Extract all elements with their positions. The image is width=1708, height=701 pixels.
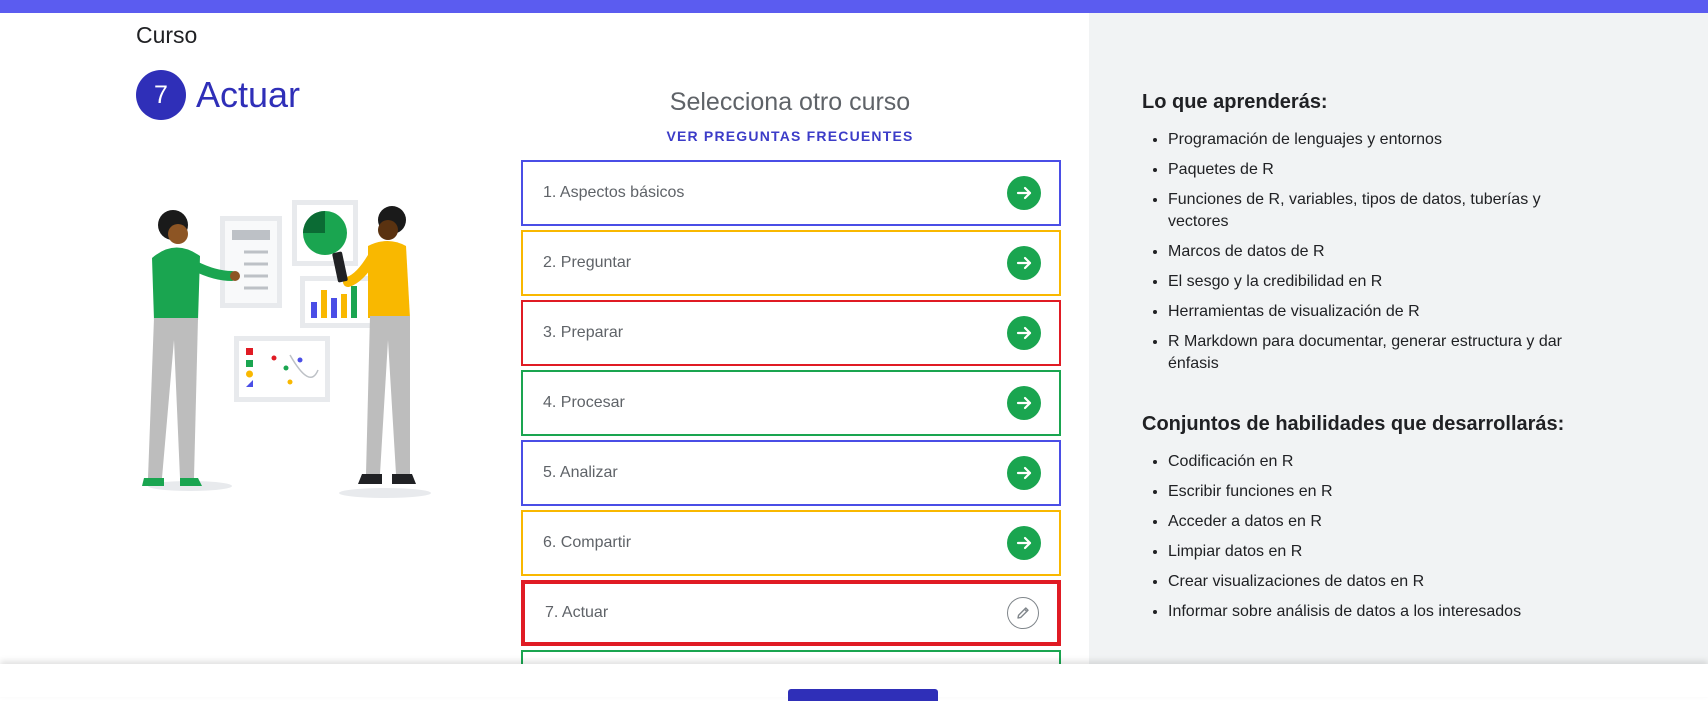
skills-heading: Conjuntos de habilidades que desarrollar… [1142,413,1565,435]
list-item: Acceder a datos en R [1168,511,1588,533]
arrow-right-icon[interactable] [1007,316,1041,350]
faq-link[interactable]: VER PREGUNTAS FRECUENTES [520,128,1060,144]
list-item: R Markdown para documentar, generar estr… [1168,331,1588,375]
course-item[interactable]: 4. Procesar [521,370,1061,436]
course-item[interactable]: 5. Analizar [521,440,1061,506]
course-item-label: 7. Actuar [545,604,609,621]
list-item: Marcos de datos de R [1168,241,1588,263]
course-item[interactable]: 2. Preguntar [521,230,1061,296]
list-item: Paquetes de R [1168,159,1588,181]
course-item-label: 3. Preparar [543,324,624,341]
arrow-right-icon[interactable] [1007,176,1041,210]
list-item: Funciones de R, variables, tipos de dato… [1168,189,1588,233]
top-accent-bar [0,0,1708,13]
course-item[interactable]: 1. Aspectos básicos [521,160,1061,226]
course-item-label: 5. Analizar [543,464,618,481]
course-item[interactable]: 6. Compartir [521,510,1061,576]
list-item: Limpiar datos en R [1168,541,1588,563]
list-item: Escribir funciones en R [1168,481,1588,503]
course-item-label: 2. Preguntar [543,254,632,271]
course-item[interactable]: 3. Preparar [521,300,1061,366]
course-list: 1. Aspectos básicos 2. Preguntar 3. Prepar… [521,160,1061,684]
list-item: El sesgo y la credibilidad en R [1168,271,1588,293]
page-eyebrow: Curso [136,22,198,48]
course-item-label: 1. Aspectos básicos [543,184,685,201]
bottom-primary-button[interactable] [788,689,938,701]
pencil-icon[interactable] [1007,597,1039,629]
course-number-badge: 7 [136,70,186,120]
list-item: Herramientas de visualización de R [1168,301,1588,323]
arrow-right-icon[interactable] [1007,456,1041,490]
arrow-right-icon[interactable] [1007,246,1041,280]
list-item: Codificación en R [1168,451,1588,473]
skills-list: Codificación en R Escribir funciones en R… [1142,451,1588,631]
arrow-right-icon[interactable] [1007,386,1041,420]
learn-list: Programación de lenguajes y entornos Paqu… [1142,129,1588,383]
learn-heading: Lo que aprenderás: [1142,91,1328,113]
course-item[interactable]: 7. Actuar [521,580,1061,646]
people-with-charts-illustration [142,200,431,498]
course-item-label: 4. Procesar [543,394,625,411]
list-item: Informar sobre análisis de datos a los i… [1168,601,1588,623]
list-item: Programación de lenguajes y entornos [1168,129,1588,151]
course-title: Actuar [196,74,301,115]
select-course-title: Selecciona otro curso [669,88,911,116]
page-title: 7 Actuar [136,70,300,120]
course-item-label: 6. Compartir [543,534,632,551]
arrow-right-icon[interactable] [1007,526,1041,560]
list-item: Crear visualizaciones de datos en R [1168,571,1588,593]
